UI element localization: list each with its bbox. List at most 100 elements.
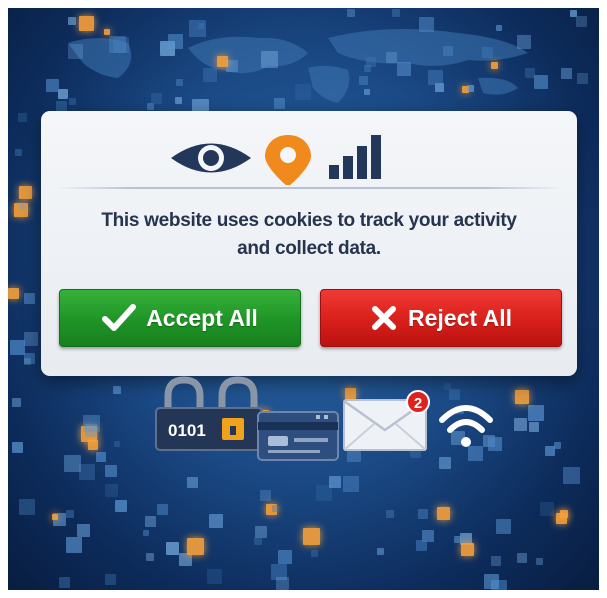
pixel-tile bbox=[359, 76, 368, 85]
pixel-tile bbox=[540, 502, 554, 516]
pixel-tile bbox=[187, 538, 204, 555]
pixel-tile bbox=[392, 9, 400, 17]
pixel-tile bbox=[517, 35, 531, 49]
pixel-tile bbox=[15, 149, 22, 156]
credit-card-icon bbox=[257, 411, 339, 461]
pixel-tile bbox=[8, 288, 19, 299]
pixel-tile bbox=[347, 9, 355, 17]
pixel-tile bbox=[428, 70, 443, 85]
pixel-tile bbox=[105, 484, 118, 497]
checkmark-icon bbox=[102, 304, 137, 331]
pixel-tile bbox=[198, 23, 204, 29]
pixel-tile bbox=[343, 476, 359, 492]
pixel-tile bbox=[261, 51, 278, 68]
pixel-tile bbox=[145, 516, 156, 527]
pixel-tile bbox=[217, 56, 228, 67]
pixel-tile bbox=[561, 68, 572, 79]
pixel-tile bbox=[66, 537, 82, 553]
accept-all-button[interactable]: Accept All bbox=[59, 289, 301, 347]
pixel-tile bbox=[157, 504, 168, 515]
pixel-tile bbox=[18, 113, 27, 122]
pixel-tile bbox=[77, 524, 90, 537]
pixel-tile bbox=[496, 519, 511, 534]
badge-count: 2 bbox=[414, 395, 422, 412]
pixel-tile bbox=[563, 467, 580, 484]
close-x-icon bbox=[372, 306, 397, 330]
pixel-tile bbox=[577, 73, 588, 84]
pixel-tile bbox=[187, 477, 198, 488]
pixel-tile bbox=[68, 17, 76, 25]
pixel-tile bbox=[79, 16, 94, 31]
pixel-tile bbox=[147, 103, 154, 110]
pixel-tile bbox=[364, 65, 371, 72]
pixel-tile bbox=[329, 476, 341, 488]
pixel-tile bbox=[311, 550, 318, 557]
pixel-tile bbox=[278, 550, 292, 564]
pixel-tile bbox=[272, 505, 279, 512]
pixel-tile bbox=[175, 97, 182, 104]
pixel-tile bbox=[59, 577, 70, 588]
pixel-tile bbox=[207, 569, 222, 584]
pixel-tile bbox=[151, 93, 162, 104]
pixel-tile bbox=[24, 358, 31, 365]
pixel-tile bbox=[556, 513, 567, 524]
reject-all-button[interactable]: Reject All bbox=[320, 289, 562, 347]
pixel-tile bbox=[491, 62, 498, 69]
pixel-tile bbox=[143, 530, 149, 536]
lock-binary-text: 0101 bbox=[168, 421, 206, 440]
pixel-tile bbox=[209, 514, 223, 528]
background-scene: This website uses cookies to track your … bbox=[8, 8, 599, 590]
pixel-tile bbox=[104, 29, 110, 35]
location-pin-icon bbox=[265, 135, 311, 185]
padlock-icon: 0101 bbox=[155, 376, 263, 451]
pixel-tile bbox=[260, 490, 271, 501]
accept-all-label: Accept All bbox=[146, 304, 258, 331]
pixel-tile bbox=[46, 79, 59, 92]
signal-bars-icon bbox=[329, 135, 381, 179]
tracking-icons-row bbox=[171, 135, 381, 185]
reject-all-label: Reject All bbox=[408, 304, 512, 331]
pixel-tile bbox=[517, 553, 527, 563]
pixel-tile bbox=[416, 540, 427, 551]
pixel-tile bbox=[69, 98, 76, 105]
pixel-tile bbox=[496, 25, 502, 31]
pixel-tile bbox=[397, 62, 411, 76]
cookie-message-line-1: This website uses cookies to track your … bbox=[101, 210, 517, 231]
pixel-tile bbox=[166, 542, 179, 555]
pixel-tile bbox=[295, 84, 311, 100]
cookie-message-line-2: and collect data. bbox=[237, 238, 381, 259]
pixel-tile bbox=[536, 558, 543, 565]
data-icons-row: 0101 2 bbox=[155, 376, 493, 461]
pixel-tile bbox=[19, 203, 26, 210]
pixel-tile bbox=[419, 17, 434, 32]
pixel-tile bbox=[10, 340, 25, 355]
pixel-tile bbox=[484, 574, 499, 589]
pixel-tile bbox=[19, 186, 32, 199]
dialog-divider bbox=[55, 187, 563, 189]
pixel-tile bbox=[303, 528, 320, 545]
pixel-tile bbox=[364, 89, 370, 95]
pixel-tile bbox=[274, 98, 285, 109]
pixel-tile bbox=[203, 68, 217, 82]
pixel-tile bbox=[105, 574, 116, 585]
cookie-message: This website uses cookies to track your … bbox=[81, 207, 537, 263]
pixel-tile bbox=[418, 509, 428, 519]
pixel-tile bbox=[113, 37, 129, 53]
pixel-tile bbox=[24, 293, 35, 304]
pixel-tile bbox=[467, 85, 474, 92]
pixel-tile bbox=[443, 46, 453, 56]
pixel-tile bbox=[437, 507, 450, 520]
pixel-tile bbox=[461, 543, 474, 556]
pixel-tile bbox=[491, 556, 501, 566]
pixel-tile bbox=[386, 52, 397, 63]
pixel-tile bbox=[168, 34, 183, 49]
pixel-tile bbox=[115, 500, 127, 512]
pixel-tile bbox=[52, 514, 58, 520]
pixel-tile bbox=[66, 510, 74, 518]
pixel-tile bbox=[176, 79, 183, 86]
pixel-tile bbox=[146, 553, 154, 561]
pixel-tile bbox=[68, 44, 83, 59]
notification-badge: 2 bbox=[406, 390, 430, 414]
pixel-tile bbox=[377, 548, 384, 555]
pixel-tile bbox=[58, 89, 68, 99]
